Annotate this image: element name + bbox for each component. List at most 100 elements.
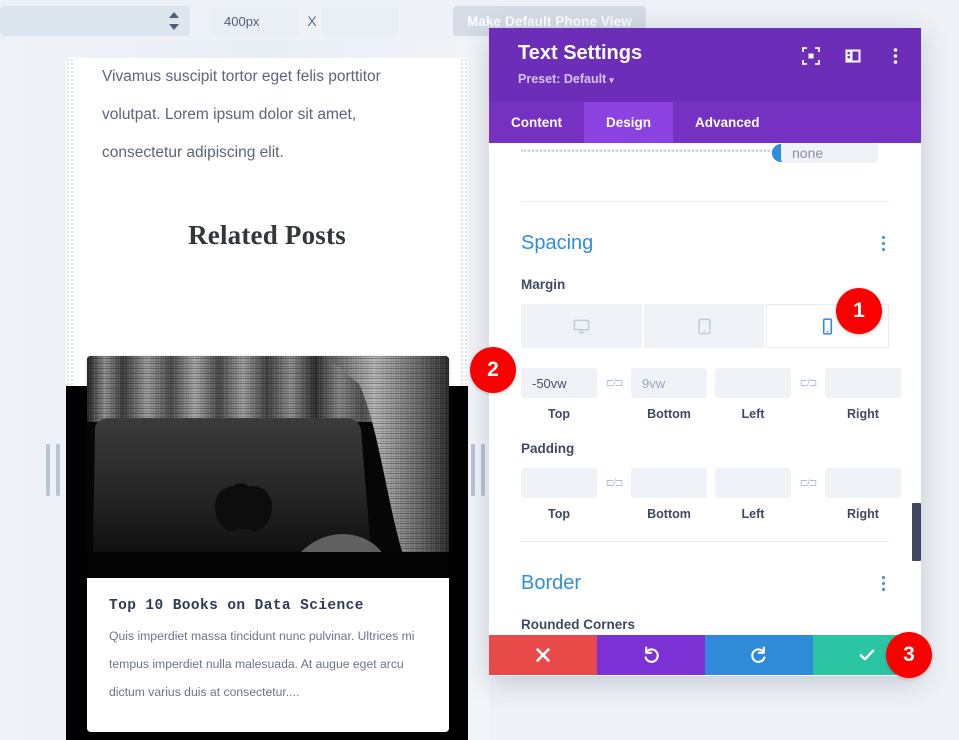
slider-track[interactable]	[521, 144, 790, 162]
slider-value: none	[792, 145, 824, 161]
post-card[interactable]: Top 10 Books on Data Science Quis imperd…	[87, 356, 449, 732]
preview-canvas: nec faucibus sapien neque quis sem. Viva…	[0, 40, 489, 740]
padding-bottom-input[interactable]	[631, 468, 707, 498]
modal-tabs: Content Design Advanced	[489, 102, 921, 143]
margin-label: Margin	[521, 277, 566, 292]
spacing-section: Spacing Margin -50vw Top ⊏/⊐ 9vw Bottom …	[489, 202, 921, 521]
padding-horizontal-group: Left ⊏/⊐ Right	[715, 468, 901, 521]
modal-title: Text Settings	[518, 42, 643, 64]
page-content: nec faucibus sapien neque quis sem. Viva…	[74, 58, 460, 251]
margin-right-cell: Right	[825, 368, 901, 421]
padding-left-cell: Left	[715, 468, 791, 521]
layout-panel-icon[interactable]	[843, 46, 863, 66]
focus-icon[interactable]	[801, 46, 821, 66]
viewport-height-input[interactable]	[321, 6, 399, 36]
modal-scroll-area: none Spacing Margin -50vw Top ⊏/⊐ 9vw Bo…	[489, 143, 921, 639]
redo-button[interactable]	[705, 635, 813, 675]
device-toggle-tablet[interactable]	[643, 304, 765, 348]
page-frame: nec faucibus sapien neque quis sem. Viva…	[66, 58, 468, 740]
redo-icon	[751, 646, 766, 663]
tab-design[interactable]: Design	[584, 102, 674, 143]
cancel-button[interactable]	[489, 635, 597, 675]
partially-visible-slider-row: none	[489, 143, 921, 201]
margin-top-value: -50vw	[532, 375, 567, 391]
padding-inputs: Top ⊏/⊐ Bottom Left ⊏/⊐ Right	[521, 468, 901, 521]
preset-selector[interactable]: Preset: Default ▾	[518, 72, 614, 86]
chevron-down-icon: ▾	[609, 75, 614, 85]
viewport-width-value: 400px	[224, 13, 260, 29]
undo-icon	[644, 646, 659, 663]
tab-content[interactable]: Content	[489, 102, 584, 143]
margin-horizontal-group: Left ⊏/⊐ Right	[715, 368, 901, 421]
padding-top-input[interactable]	[521, 468, 597, 498]
resize-handle-right-outer[interactable]	[481, 444, 485, 496]
spacing-section-header: Spacing	[521, 202, 889, 277]
modal-header-icons	[801, 46, 905, 66]
desktop-icon	[573, 319, 590, 333]
resize-handle-left-inner[interactable]	[56, 444, 60, 496]
padding-left-input[interactable]	[715, 468, 791, 498]
modal-scrollbar-thumb[interactable]	[912, 503, 921, 561]
padding-right-cell: Right	[825, 468, 901, 521]
resize-handle-right-inner[interactable]	[471, 444, 475, 496]
padding-left-label: Left	[741, 507, 765, 521]
related-posts-heading: Related Posts	[188, 220, 346, 250]
border-kebab-icon[interactable]	[878, 572, 889, 595]
stepper-arrows-icon[interactable]	[168, 12, 180, 30]
post-card-image	[87, 356, 449, 578]
tab-advanced[interactable]: Advanced	[673, 102, 782, 143]
margin-vertical-link-icon[interactable]: ⊏/⊐	[597, 368, 631, 398]
text-settings-modal: Text Settings Preset: Default ▾ Content …	[489, 28, 921, 676]
margin-left-cell: Left	[715, 368, 791, 421]
paragraph-body: Vivamus suscipit tortor eget felis portt…	[102, 68, 381, 161]
padding-bottom-cell: Bottom	[631, 468, 707, 521]
callout-badge-3: 3	[886, 632, 932, 678]
padding-vertical-group: Top ⊏/⊐ Bottom	[521, 468, 707, 521]
border-section-header: Border	[521, 542, 889, 617]
slider-value-input[interactable]: none	[781, 143, 878, 163]
viewport-width-input[interactable]: 400px	[212, 6, 299, 36]
modal-action-bar	[489, 635, 921, 675]
margin-right-input[interactable]	[825, 368, 901, 398]
margin-left-input[interactable]	[715, 368, 791, 398]
margin-top-cell: -50vw Top	[521, 368, 597, 421]
padding-right-label: Right	[847, 507, 879, 521]
post-card-title[interactable]: Top 10 Books on Data Science	[109, 598, 427, 614]
check-icon	[859, 649, 875, 661]
resize-handle-left-outer[interactable]	[46, 444, 50, 496]
spacing-section-title: Spacing	[521, 232, 594, 254]
undo-button[interactable]	[597, 635, 705, 675]
padding-vertical-link-icon[interactable]: ⊏/⊐	[597, 468, 631, 498]
margin-horizontal-link-icon[interactable]: ⊏/⊐	[791, 368, 825, 398]
margin-vertical-group: -50vw Top ⊏/⊐ 9vw Bottom	[521, 368, 707, 421]
tablet-icon	[697, 318, 711, 334]
dimension-separator: X	[307, 13, 317, 29]
close-icon	[536, 648, 550, 662]
margin-right-label: Right	[847, 407, 879, 421]
border-section-title: Border	[521, 572, 582, 594]
post-card-body: Top 10 Books on Data Science Quis imperd…	[87, 578, 449, 732]
builder-screen: 400px X Make Default Phone View nec fauc…	[0, 0, 959, 740]
margin-bottom-value: 9vw	[642, 375, 666, 391]
margin-device-toggle	[521, 304, 890, 348]
padding-top-cell: Top	[521, 468, 597, 521]
margin-bottom-input[interactable]: 9vw	[631, 368, 707, 398]
padding-horizontal-link-icon[interactable]: ⊏/⊐	[791, 468, 825, 498]
device-toggle-desktop[interactable]	[521, 304, 642, 348]
device-select[interactable]	[0, 6, 190, 36]
margin-top-label: Top	[548, 407, 570, 421]
margin-top-input[interactable]: -50vw	[521, 368, 597, 398]
rounded-corners-label: Rounded Corners	[521, 617, 636, 632]
callout-badge-2: 2	[470, 347, 516, 393]
related-posts-section: Top 10 Books on Data Science Quis imperd…	[66, 356, 468, 740]
margin-bottom-label: Bottom	[647, 407, 691, 421]
spacing-kebab-icon[interactable]	[878, 232, 889, 255]
callout-badge-1: 1	[836, 288, 882, 334]
padding-bottom-label: Bottom	[647, 507, 691, 521]
margin-bottom-cell: 9vw Bottom	[631, 368, 707, 421]
padding-right-input[interactable]	[825, 468, 901, 498]
text-module-paragraph[interactable]: nec faucibus sapien neque quis sem. Viva…	[102, 58, 432, 172]
kebab-menu-icon[interactable]	[885, 46, 905, 66]
preset-label: Preset: Default	[518, 72, 607, 86]
padding-top-label: Top	[548, 507, 570, 521]
